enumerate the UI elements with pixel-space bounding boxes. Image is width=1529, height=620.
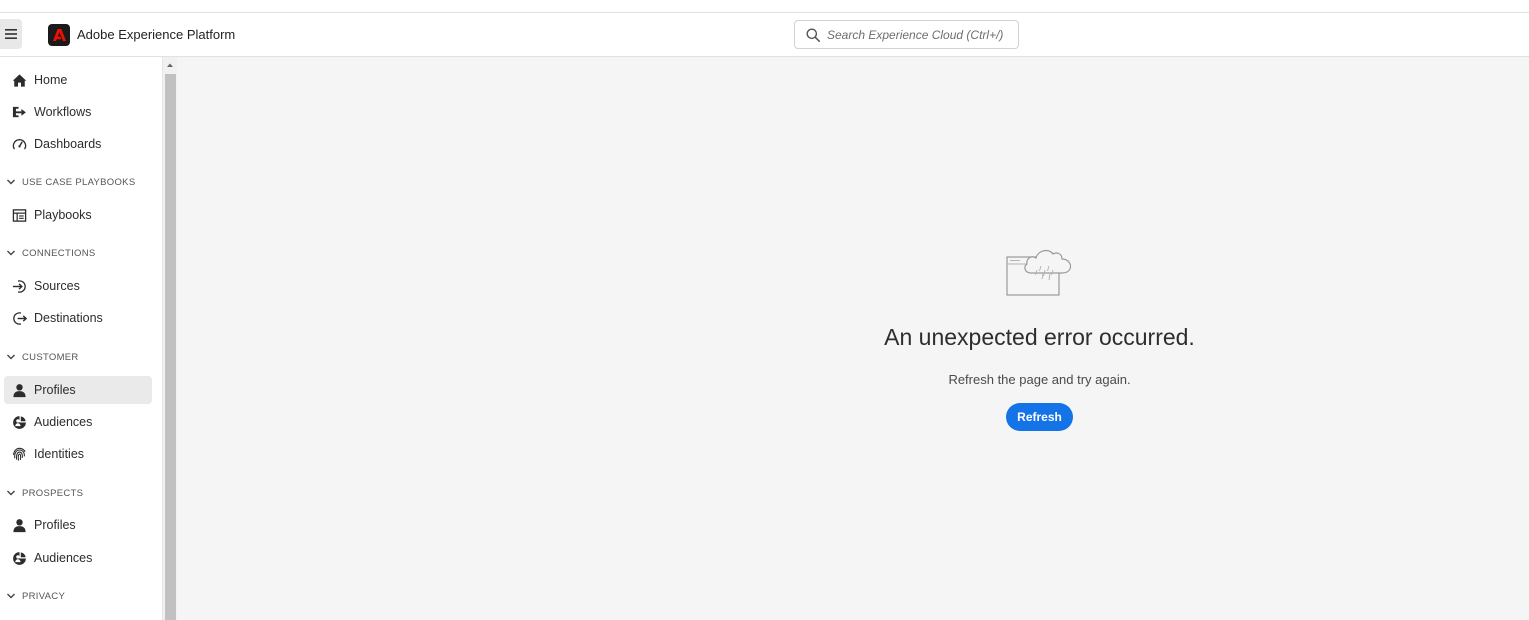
sidebar-item-identities[interactable]: Identities [4, 440, 152, 468]
shell-header: Adobe Experience Platform [0, 13, 1529, 57]
section-label: CONNECTIONS [22, 247, 96, 259]
sidebar-item-label: Identities [34, 447, 85, 461]
sidebar-item-sources[interactable]: Sources [4, 272, 152, 300]
sidebar-item-label: Audiences [34, 415, 93, 429]
error-description: Refresh the page and try again. [948, 372, 1131, 387]
chevron-down-icon [7, 179, 15, 185]
sidebar-item-workflows[interactable]: Workflows [4, 98, 152, 126]
section-customer[interactable]: CUSTOMER [4, 347, 152, 367]
sidebar-item-label: Workflows [34, 105, 92, 119]
sidebar-item-dashboards[interactable]: Dashboards [4, 130, 152, 158]
cloud-rain-window-icon [1006, 249, 1072, 296]
search-input[interactable] [827, 25, 1012, 45]
sidebar-item-label: Home [34, 73, 68, 87]
main-content: An unexpected error occurred. Refresh th… [177, 57, 1529, 620]
search-field[interactable] [794, 20, 1019, 49]
sidebar-item-label: Destinations [34, 311, 103, 325]
sidebar-item-playbooks[interactable]: Playbooks [4, 201, 152, 229]
left-nav-sidebar: Home Workflows Dashboards USE CASE PLAYB… [0, 57, 162, 620]
section-label: PROSPECTS [22, 487, 84, 499]
adobe-logo-icon [52, 29, 66, 41]
playbooks-icon [11, 207, 27, 223]
section-prospects[interactable]: PROSPECTS [4, 483, 152, 503]
sidebar-item-prospect-audiences[interactable]: Audiences [4, 544, 152, 572]
person-icon [11, 517, 27, 533]
error-title: An unexpected error occurred. [884, 324, 1195, 350]
sidebar-scrollbar[interactable] [162, 57, 177, 620]
sidebar-item-home[interactable]: Home [4, 66, 152, 94]
section-label: USE CASE PLAYBOOKS [22, 176, 136, 188]
scrollbar-thumb[interactable] [165, 74, 176, 620]
dashboard-gauge-icon [11, 136, 27, 152]
sidebar-item-destinations[interactable]: Destinations [4, 304, 152, 332]
hamburger-menu-button[interactable] [0, 19, 22, 49]
hamburger-icon [5, 29, 17, 39]
sidebar-item-customer-audiences[interactable]: Audiences [4, 408, 152, 436]
home-icon [11, 72, 27, 88]
sidebar-item-label: Audiences [34, 551, 93, 565]
audiences-icon [11, 550, 27, 566]
sidebar-item-label: Playbooks [34, 208, 92, 222]
workflows-icon [11, 104, 27, 120]
section-label: CUSTOMER [22, 351, 79, 363]
sources-icon [11, 278, 27, 294]
scroll-up-arrow-icon[interactable] [165, 60, 175, 70]
sidebar-item-label: Dashboards [34, 137, 102, 151]
section-label: PRIVACY [22, 590, 66, 602]
sidebar-item-label: Sources [34, 279, 80, 293]
sidebar-item-label: Profiles [34, 383, 76, 397]
chevron-down-icon [7, 250, 15, 256]
sidebar-item-customer-profiles[interactable]: Profiles [4, 376, 152, 404]
app-title[interactable]: Adobe Experience Platform [77, 27, 235, 42]
refresh-button[interactable]: Refresh [1006, 403, 1073, 431]
search-icon [806, 28, 820, 42]
adobe-logo[interactable] [48, 24, 70, 46]
sidebar-item-prospect-profiles[interactable]: Profiles [4, 511, 152, 539]
section-use-case-playbooks[interactable]: USE CASE PLAYBOOKS [4, 172, 152, 192]
person-icon [11, 382, 27, 398]
chevron-down-icon [7, 593, 15, 599]
destinations-icon [11, 310, 27, 326]
fingerprint-icon [11, 446, 27, 462]
sidebar-item-label: Profiles [34, 518, 76, 532]
section-privacy[interactable]: PRIVACY [4, 586, 152, 606]
section-connections[interactable]: CONNECTIONS [4, 243, 152, 263]
chevron-down-icon [7, 490, 15, 496]
chevron-down-icon [7, 354, 15, 360]
browser-top-strip [0, 0, 1529, 13]
audiences-icon [11, 414, 27, 430]
